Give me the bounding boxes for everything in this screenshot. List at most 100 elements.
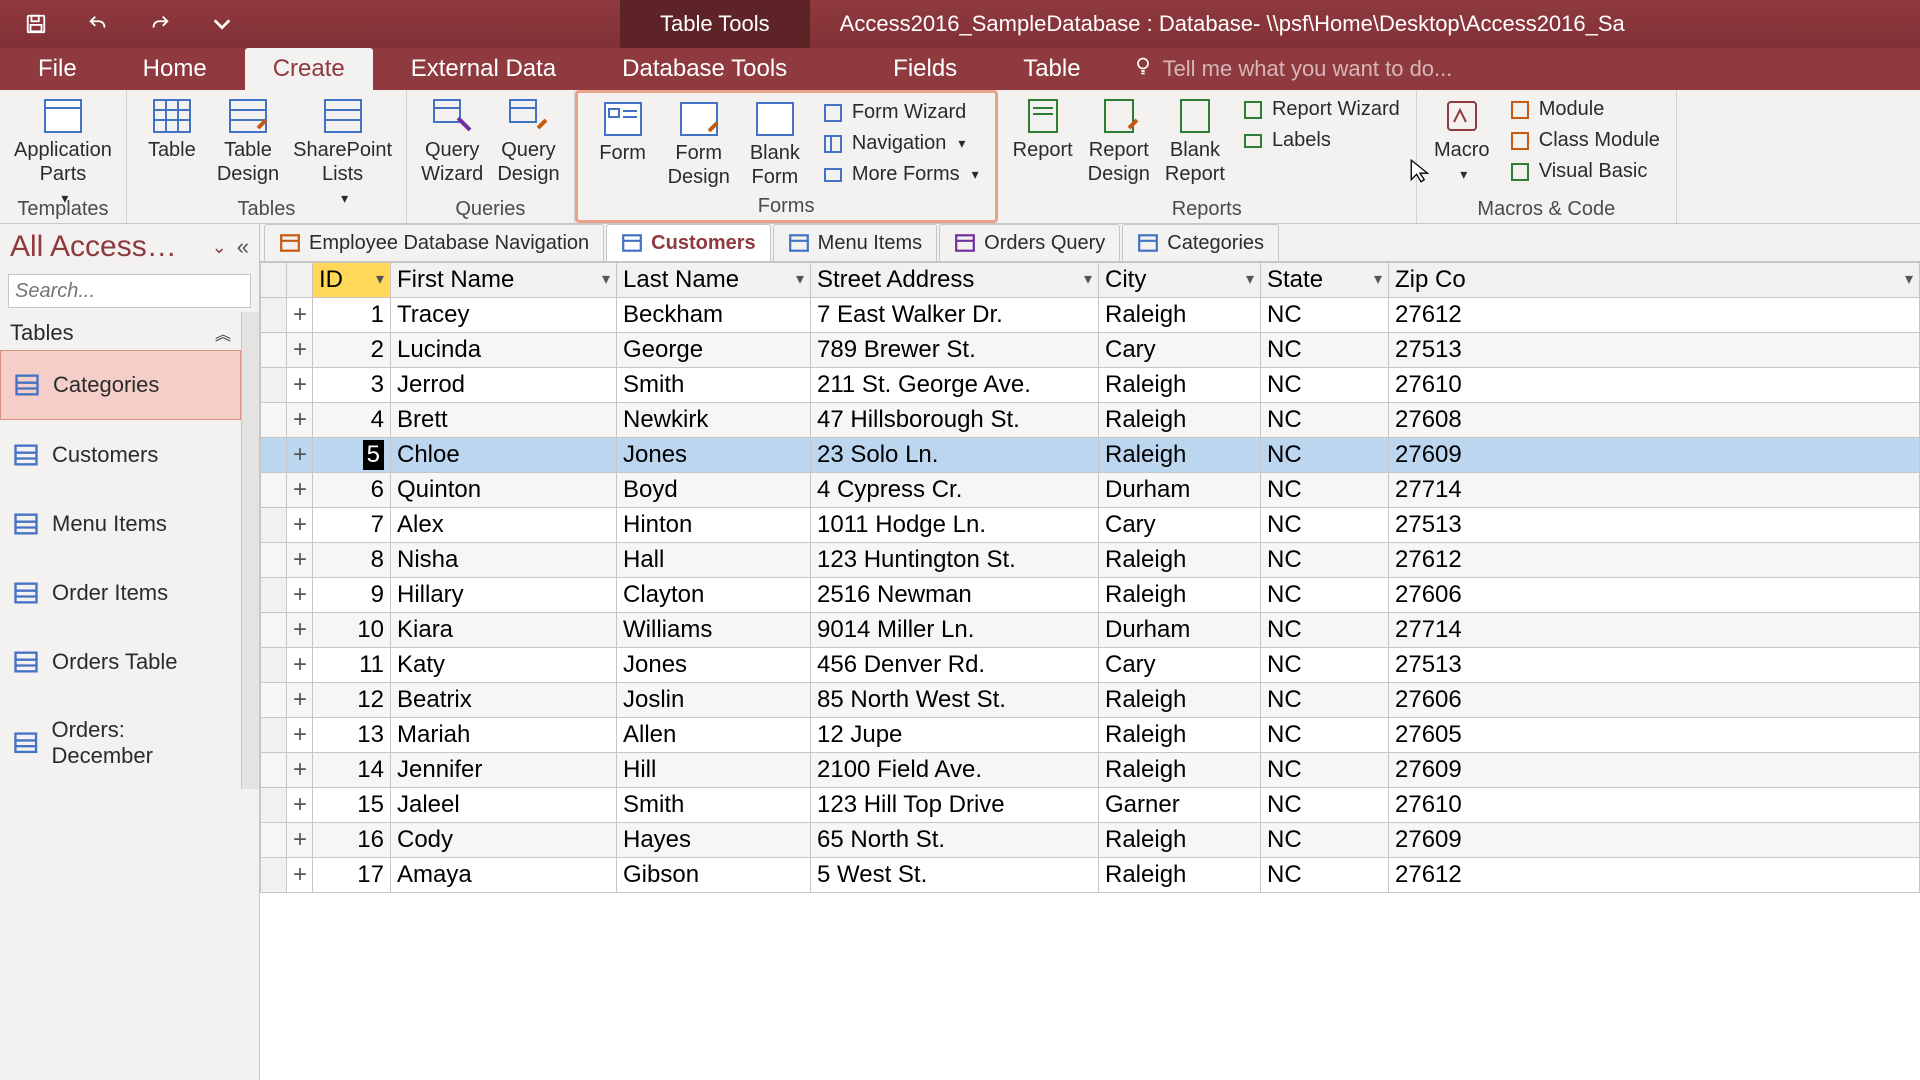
labels-button[interactable]: Labels <box>1236 127 1406 154</box>
expand-row-icon[interactable]: + <box>287 788 313 823</box>
expand-row-icon[interactable]: + <box>287 823 313 858</box>
cell-street-address[interactable]: 456 Denver Rd. <box>811 648 1099 683</box>
cell-street-address[interactable]: 123 Hill Top Drive <box>811 788 1099 823</box>
cell-city[interactable]: Raleigh <box>1099 858 1261 893</box>
column-header[interactable]: City▾ <box>1099 263 1261 298</box>
column-header[interactable]: State▾ <box>1261 263 1389 298</box>
cell-zip[interactable]: 27610 <box>1389 788 1920 823</box>
save-icon[interactable] <box>20 8 52 40</box>
cell-first-name[interactable]: Kiara <box>391 613 617 648</box>
cell-id[interactable]: 12 <box>313 683 391 718</box>
sharepoint-lists-button[interactable]: SharePoint Lists▾ <box>289 94 396 212</box>
cell-city[interactable]: Raleigh <box>1099 403 1261 438</box>
table-row[interactable]: +12BeatrixJoslin85 North West St.Raleigh… <box>261 683 1920 718</box>
nav-collapse-icon[interactable]: « <box>237 234 249 260</box>
report-wizard-button[interactable]: Report Wizard <box>1236 96 1406 123</box>
report-button[interactable]: Report <box>1008 94 1078 164</box>
table-row[interactable]: +5ChloeJones23 Solo Ln.RaleighNC27609 <box>261 438 1920 473</box>
cell-city[interactable]: Raleigh <box>1099 823 1261 858</box>
cell-street-address[interactable]: 9014 Miller Ln. <box>811 613 1099 648</box>
nav-item[interactable]: Categories <box>0 350 241 420</box>
application-parts-button[interactable]: Application Parts▾ <box>10 94 116 212</box>
select-all-cell[interactable] <box>261 263 287 298</box>
table-row[interactable]: +11KatyJones456 Denver Rd.CaryNC27513 <box>261 648 1920 683</box>
tab-table[interactable]: Table <box>995 48 1108 90</box>
cell-state[interactable]: NC <box>1261 473 1389 508</box>
column-dropdown-icon[interactable]: ▾ <box>376 265 384 295</box>
row-selector[interactable] <box>261 788 287 823</box>
row-selector[interactable] <box>261 473 287 508</box>
table-row[interactable]: +2LucindaGeorge789 Brewer St.CaryNC27513 <box>261 333 1920 368</box>
tab-fields[interactable]: Fields <box>865 48 985 90</box>
redo-icon[interactable] <box>144 8 176 40</box>
cell-zip[interactable]: 27513 <box>1389 648 1920 683</box>
column-header[interactable]: First Name▾ <box>391 263 617 298</box>
cell-id[interactable]: 3 <box>313 368 391 403</box>
cell-state[interactable]: NC <box>1261 543 1389 578</box>
expand-row-icon[interactable]: + <box>287 858 313 893</box>
cell-id[interactable]: 13 <box>313 718 391 753</box>
table-row[interactable]: +15JaleelSmith123 Hill Top DriveGarnerNC… <box>261 788 1920 823</box>
expand-row-icon[interactable]: + <box>287 718 313 753</box>
cell-first-name[interactable]: Hillary <box>391 578 617 613</box>
cell-street-address[interactable]: 12 Jupe <box>811 718 1099 753</box>
cell-zip[interactable]: 27714 <box>1389 473 1920 508</box>
cell-street-address[interactable]: 4 Cypress Cr. <box>811 473 1099 508</box>
blank-form-button[interactable]: Blank Form <box>740 97 810 191</box>
nav-search[interactable] <box>8 274 251 308</box>
cell-city[interactable]: Cary <box>1099 648 1261 683</box>
cell-last-name[interactable]: Jones <box>617 438 811 473</box>
table-row[interactable]: +8NishaHall123 Huntington St.RaleighNC27… <box>261 543 1920 578</box>
cell-city[interactable]: Raleigh <box>1099 438 1261 473</box>
cell-zip[interactable]: 27714 <box>1389 613 1920 648</box>
expand-row-icon[interactable]: + <box>287 508 313 543</box>
expand-row-icon[interactable]: + <box>287 438 313 473</box>
cell-zip[interactable]: 27605 <box>1389 718 1920 753</box>
tab-database-tools[interactable]: Database Tools <box>594 48 815 90</box>
expand-row-icon[interactable]: + <box>287 368 313 403</box>
table-row[interactable]: +16CodyHayes65 North St.RaleighNC27609 <box>261 823 1920 858</box>
cell-state[interactable]: NC <box>1261 298 1389 333</box>
column-dropdown-icon[interactable]: ▾ <box>1374 265 1382 295</box>
tab-home[interactable]: Home <box>115 48 235 90</box>
table-design-button[interactable]: Table Design <box>213 94 283 188</box>
cell-last-name[interactable]: George <box>617 333 811 368</box>
cell-zip[interactable]: 27609 <box>1389 823 1920 858</box>
cell-street-address[interactable]: 85 North West St. <box>811 683 1099 718</box>
cell-street-address[interactable]: 123 Huntington St. <box>811 543 1099 578</box>
tab-file[interactable]: File <box>10 48 105 90</box>
nav-item[interactable]: Menu Items <box>0 489 241 558</box>
cell-street-address[interactable]: 5 West St. <box>811 858 1099 893</box>
column-header[interactable]: Last Name▾ <box>617 263 811 298</box>
cell-street-address[interactable]: 47 Hillsborough St. <box>811 403 1099 438</box>
nav-item[interactable]: Orders: December <box>0 696 241 789</box>
nav-scrollbar[interactable] <box>241 312 259 789</box>
table-row[interactable]: +9HillaryClayton2516 NewmanRaleighNC2760… <box>261 578 1920 613</box>
nav-filter-dropdown-icon[interactable]: ⌄ <box>212 237 227 258</box>
cell-city[interactable]: Raleigh <box>1099 543 1261 578</box>
cell-state[interactable]: NC <box>1261 718 1389 753</box>
column-dropdown-icon[interactable]: ▾ <box>796 265 804 295</box>
customize-qat-icon[interactable] <box>206 8 238 40</box>
cell-state[interactable]: NC <box>1261 578 1389 613</box>
table-row[interactable]: +3JerrodSmith211 St. George Ave.RaleighN… <box>261 368 1920 403</box>
cell-last-name[interactable]: Hinton <box>617 508 811 543</box>
form-design-button[interactable]: Form Design <box>664 97 734 191</box>
cell-street-address[interactable]: 211 St. George Ave. <box>811 368 1099 403</box>
tell-me-search[interactable]: Tell me what you want to do... <box>1119 48 1453 90</box>
cell-state[interactable]: NC <box>1261 788 1389 823</box>
cell-id[interactable]: 16 <box>313 823 391 858</box>
cell-zip[interactable]: 27612 <box>1389 858 1920 893</box>
expand-row-icon[interactable]: + <box>287 683 313 718</box>
cell-first-name[interactable]: Quinton <box>391 473 617 508</box>
cell-id[interactable]: 11 <box>313 648 391 683</box>
row-selector[interactable] <box>261 298 287 333</box>
cell-state[interactable]: NC <box>1261 438 1389 473</box>
cell-zip[interactable]: 27610 <box>1389 368 1920 403</box>
cell-city[interactable]: Durham <box>1099 613 1261 648</box>
cell-id[interactable]: 7 <box>313 508 391 543</box>
cell-last-name[interactable]: Hall <box>617 543 811 578</box>
table-row[interactable]: +7AlexHinton1011 Hodge Ln.CaryNC27513 <box>261 508 1920 543</box>
cell-id[interactable]: 4 <box>313 403 391 438</box>
module-button[interactable]: Module <box>1503 96 1666 123</box>
